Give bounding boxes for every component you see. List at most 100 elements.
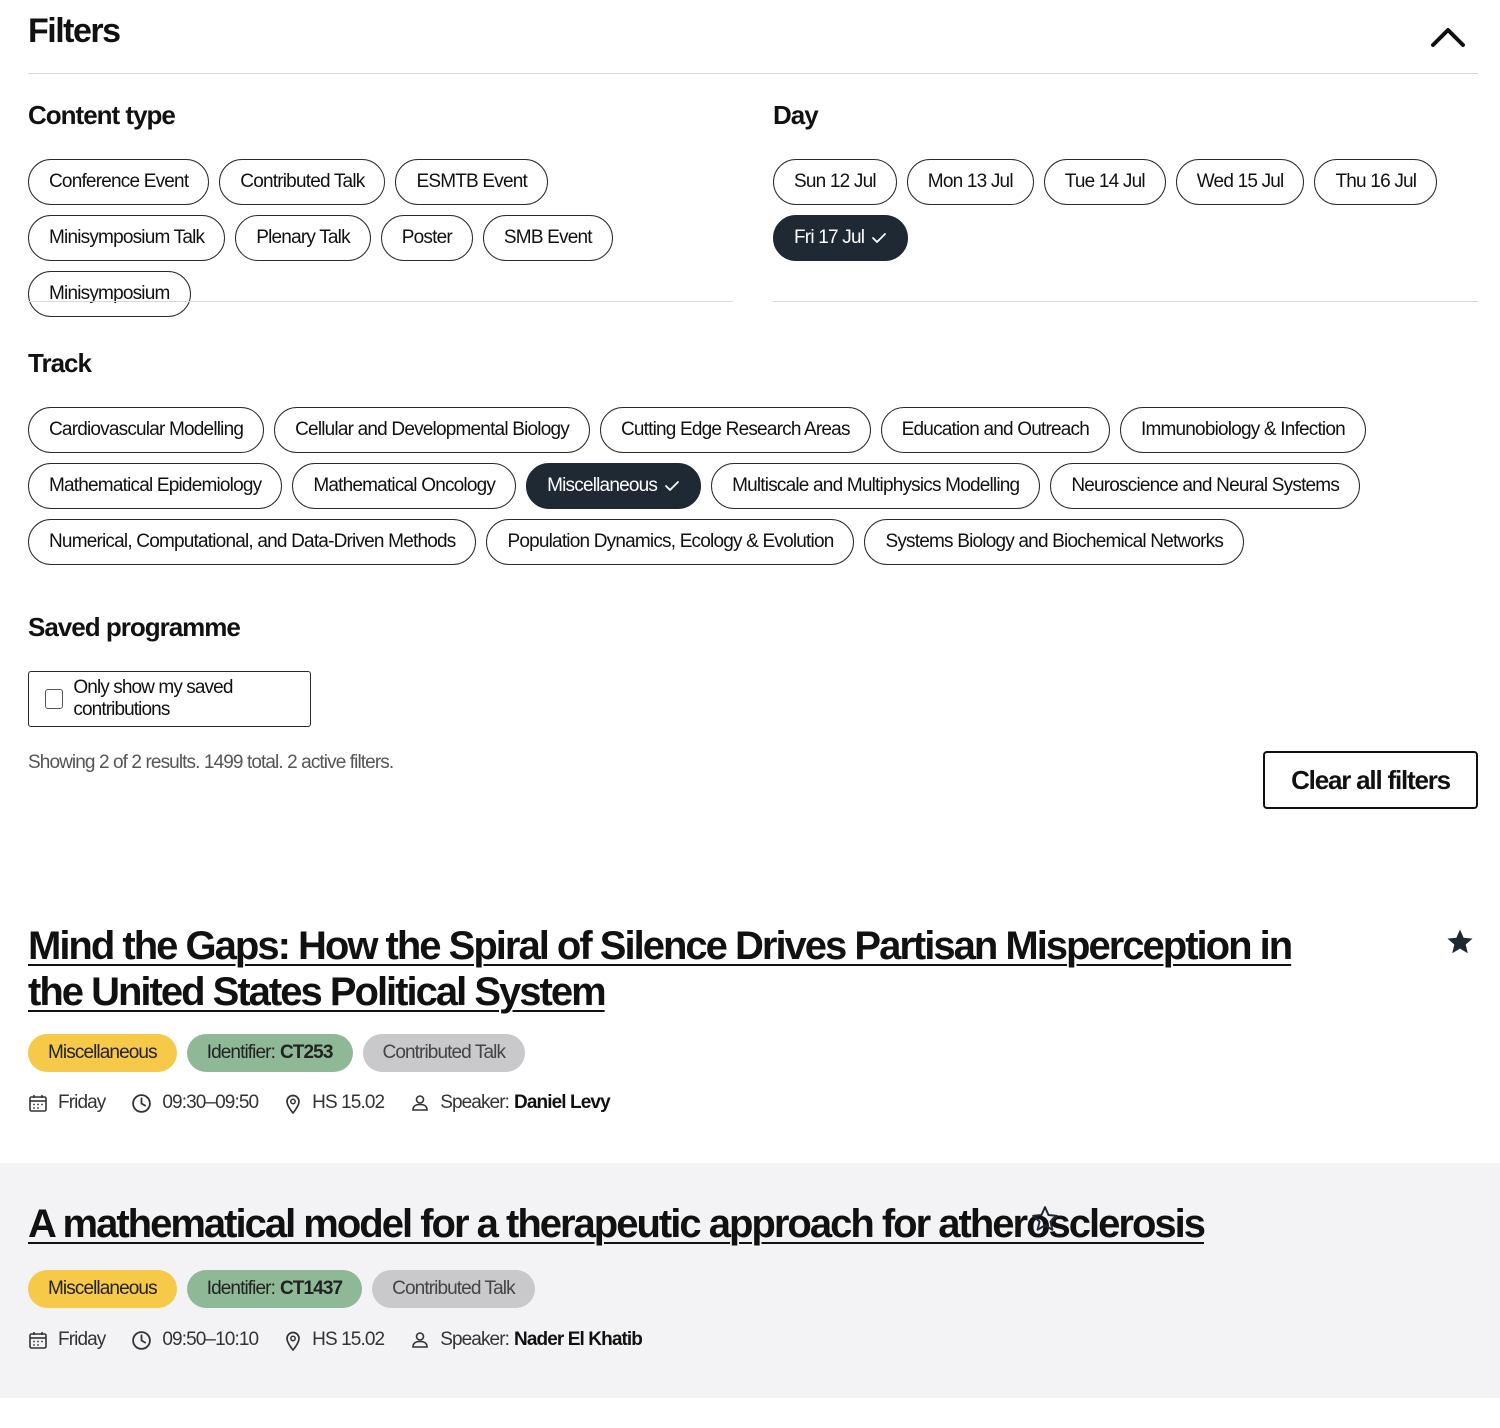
chip-label: Cardiovascular Modelling xyxy=(49,419,244,440)
saved-only-checkbox[interactable]: Only show my saved contributions xyxy=(28,671,311,727)
chip-content-poster[interactable]: Poster xyxy=(380,215,473,261)
meta-room-text: HS 15.02 xyxy=(312,1329,385,1350)
chip-content-contributed-talk[interactable]: Contributed Talk xyxy=(219,159,386,205)
chip-day-thu[interactable]: Thu 16 Jul xyxy=(1314,159,1438,205)
chip-track-cardiovascular[interactable]: Cardiovascular Modelling xyxy=(28,407,265,453)
chip-content-plenary-talk[interactable]: Plenary Talk xyxy=(235,215,371,261)
chip-label: SMB Event xyxy=(503,227,593,248)
chip-label: Wed 15 Jul xyxy=(1196,171,1285,192)
chip-label: Poster xyxy=(401,227,453,248)
chip-label: Sun 12 Jul xyxy=(794,171,877,192)
chip-label: Cutting Edge Research Areas xyxy=(620,419,851,440)
chip-track-miscellaneous[interactable]: Miscellaneous xyxy=(526,463,702,509)
speaker-name: Daniel Levy xyxy=(514,1092,611,1113)
meta-speaker: Speaker: Nader El Khatib xyxy=(410,1329,643,1351)
identifier-label: Identifier: xyxy=(206,1042,276,1063)
identifier-tag: Identifier: CT1437 xyxy=(186,1270,363,1308)
chip-label: Cellular and Developmental Biology xyxy=(295,419,570,440)
clear-all-filters-button[interactable]: Clear all filters xyxy=(1263,751,1478,809)
chip-label: Contributed Talk xyxy=(240,171,365,192)
chip-day-wed[interactable]: Wed 15 Jul xyxy=(1175,159,1305,205)
chip-label: Plenary Talk xyxy=(256,227,350,248)
saved-only-label: Only show my saved contributions xyxy=(73,677,233,720)
chip-track-cellular[interactable]: Cellular and Developmental Biology xyxy=(274,407,590,453)
meta-day-text: Friday xyxy=(58,1092,106,1113)
calendar-icon xyxy=(29,1095,47,1112)
chip-track-education[interactable]: Education and Outreach xyxy=(880,407,1110,453)
chip-label: Education and Outreach xyxy=(901,419,1090,440)
result-tags: Miscellaneous Identifier: CT1437 Contribu… xyxy=(28,1270,535,1308)
chip-label: Immunobiology & Infection xyxy=(1140,419,1346,440)
chip-label: Conference Event xyxy=(49,171,189,192)
speaker-label: Speaker: xyxy=(440,1329,510,1350)
result-meta: Friday 09:50–10:10 HS 15.02 Speaker: Nade… xyxy=(28,1329,668,1351)
track-tag: Miscellaneous xyxy=(28,1034,177,1072)
content-type-divider xyxy=(28,301,733,302)
chip-label: Neuroscience and Neural Systems xyxy=(1071,475,1340,496)
track-title: Track xyxy=(28,348,92,378)
chip-content-minisymposium[interactable]: Minisymposium xyxy=(28,271,191,317)
star-outline-icon xyxy=(1032,1206,1058,1231)
chip-day-fri[interactable]: Fri 17 Jul xyxy=(773,215,909,261)
chip-track-cutting-edge[interactable]: Cutting Edge Research Areas xyxy=(599,407,871,453)
saved-star-button[interactable] xyxy=(1445,927,1475,962)
filters-title: Filters xyxy=(28,12,121,50)
calendar-icon xyxy=(29,1332,47,1349)
chip-day-mon[interactable]: Mon 13 Jul xyxy=(906,159,1034,205)
chip-label: Miscellaneous xyxy=(547,475,658,496)
day-divider xyxy=(773,301,1478,302)
chip-track-numerical[interactable]: Numerical, Computational, and Data-Drive… xyxy=(28,519,477,565)
chip-track-oncology[interactable]: Mathematical Oncology xyxy=(292,463,517,509)
chip-content-esmtb-event[interactable]: ESMTB Event xyxy=(395,159,548,205)
day-title: Day xyxy=(773,100,819,130)
meta-time-text: 09:30–09:50 xyxy=(162,1092,259,1113)
chip-track-epidemiology[interactable]: Mathematical Epidemiology xyxy=(28,463,283,509)
meta-day-text: Friday xyxy=(58,1329,106,1350)
collapse-filters-button[interactable] xyxy=(1428,20,1468,54)
chip-label: Numerical, Computational, and Data-Drive… xyxy=(49,531,456,552)
chip-label: Multiscale and Multiphysics Modelling xyxy=(732,475,1020,496)
meta-room: HS 15.02 xyxy=(284,1092,385,1114)
speaker-name: Nader El Khatib xyxy=(514,1329,643,1350)
type-tag: Contributed Talk xyxy=(372,1270,535,1308)
chip-content-conference-event[interactable]: Conference Event xyxy=(28,159,210,205)
location-pin-icon xyxy=(286,1094,301,1114)
track-tag: Miscellaneous xyxy=(28,1270,177,1308)
meta-day: Friday xyxy=(28,1329,106,1351)
meta-time: 09:30–09:50 xyxy=(131,1092,259,1114)
check-icon xyxy=(664,480,680,492)
result-tags: Miscellaneous Identifier: CT253 Contribut… xyxy=(28,1034,526,1072)
chip-label: Systems Biology and Biochemical Networks xyxy=(885,531,1224,552)
chip-track-multiscale[interactable]: Multiscale and Multiphysics Modelling xyxy=(711,463,1041,509)
chip-label: Tue 14 Jul xyxy=(1064,171,1146,192)
meta-speaker: Speaker: Daniel Levy xyxy=(410,1092,611,1114)
chip-day-tue[interactable]: Tue 14 Jul xyxy=(1043,159,1166,205)
meta-room-text: HS 15.02 xyxy=(312,1092,385,1113)
chip-content-smb-event[interactable]: SMB Event xyxy=(482,215,613,261)
checkbox[interactable] xyxy=(45,689,64,709)
result-item: Mind the Gaps: How the Spiral of Silence… xyxy=(0,905,1500,1163)
chip-day-sun[interactable]: Sun 12 Jul xyxy=(773,159,897,205)
chip-track-systems-biology[interactable]: Systems Biology and Biochemical Networks xyxy=(864,519,1245,565)
chip-track-neuroscience[interactable]: Neuroscience and Neural Systems xyxy=(1050,463,1361,509)
chip-track-population[interactable]: Population Dynamics, Ecology & Evolution xyxy=(486,519,855,565)
result-title-link[interactable]: Mind the Gaps: How the Spiral of Silence… xyxy=(28,923,1348,1015)
chip-track-immunobiology[interactable]: Immunobiology & Infection xyxy=(1119,407,1366,453)
result-item: A mathematical model for a therapeutic a… xyxy=(0,1163,1500,1398)
content-type-chips: Conference Event Contributed Talk ESMTB … xyxy=(28,159,728,317)
saved-star-button[interactable] xyxy=(1030,1204,1060,1239)
chip-label: Thu 16 Jul xyxy=(1335,171,1417,192)
result-title-link[interactable]: A mathematical model for a therapeutic a… xyxy=(28,1201,1206,1247)
chip-label: Mathematical Oncology xyxy=(313,475,496,496)
clock-icon xyxy=(132,1093,152,1113)
saved-programme-title: Saved programme xyxy=(28,612,241,642)
speaker-label: Speaker: xyxy=(440,1092,510,1113)
identifier-label: Identifier: xyxy=(206,1278,276,1299)
track-chips: Cardiovascular Modelling Cellular and De… xyxy=(28,407,1478,565)
chip-label: Minisymposium Talk xyxy=(49,227,205,248)
check-icon xyxy=(871,232,887,244)
star-filled-icon xyxy=(1447,929,1473,954)
chip-content-minisymposium-talk[interactable]: Minisymposium Talk xyxy=(28,215,226,261)
chevron-up-icon xyxy=(1431,28,1465,47)
meta-time-text: 09:50–10:10 xyxy=(162,1329,259,1350)
